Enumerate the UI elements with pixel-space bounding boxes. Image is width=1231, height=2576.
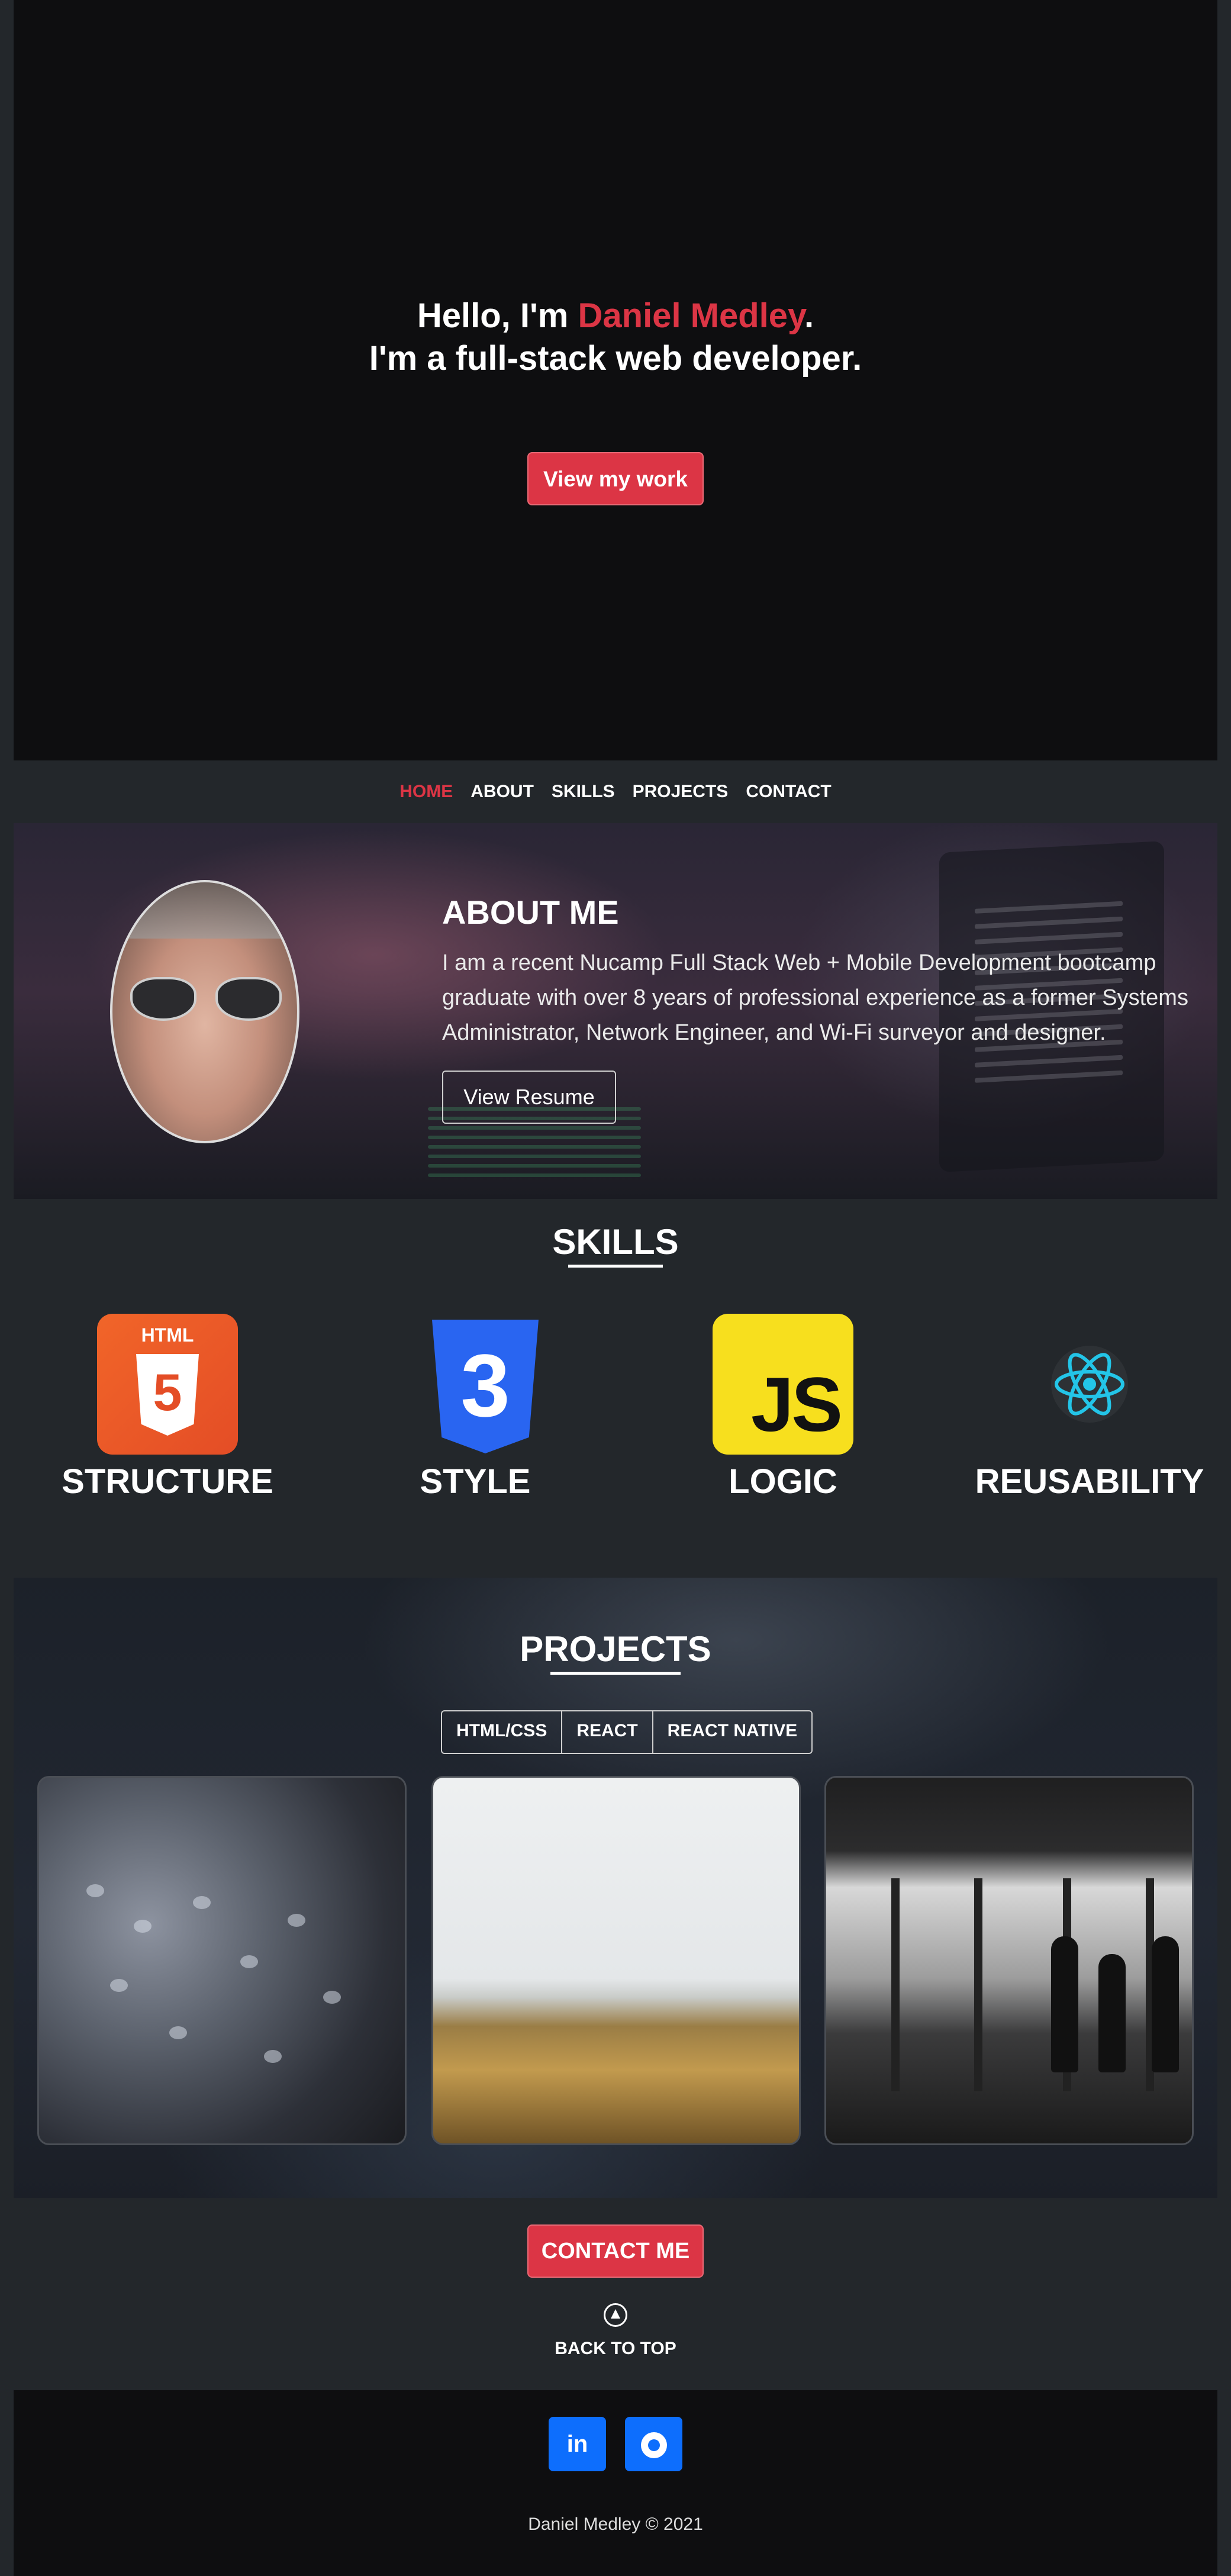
view-my-work-button[interactable]: View my work xyxy=(527,452,704,505)
nav-item-about[interactable]: ABOUT xyxy=(471,782,534,802)
title-underline xyxy=(568,1265,663,1268)
filter-react[interactable]: REACT xyxy=(562,1711,653,1753)
about-body: I am a recent Nucamp Full Stack Web + Mo… xyxy=(442,950,1188,1045)
skill-label: REUSABILITY xyxy=(975,1462,1204,1501)
hero-section: Hello, I'm Daniel Medley. I'm a full-sta… xyxy=(14,0,1217,760)
projects-title-text: PROJECTS xyxy=(520,1629,711,1669)
html5-icon-glyph: 5 xyxy=(153,1363,182,1421)
css3-icon: 3 xyxy=(405,1314,546,1455)
arrow-up-circle-icon[interactable] xyxy=(604,2303,627,2327)
hero-greeting: Hello, I'm Daniel Medley. I'm a full-sta… xyxy=(14,295,1217,380)
project-card-1[interactable] xyxy=(37,1776,407,2145)
nav-item-projects[interactable]: PROJECTS xyxy=(633,782,729,802)
css3-icon-glyph: 3 xyxy=(460,1336,510,1435)
footer: in Daniel Medley © 2021 xyxy=(14,2390,1217,2576)
filter-html-css[interactable]: HTML/CSS xyxy=(442,1711,563,1753)
github-icon xyxy=(640,2432,667,2459)
html5-icon: HTML 5 xyxy=(97,1314,238,1455)
skill-structure: HTML 5 STRUCTURE xyxy=(37,1314,298,1501)
linkedin-button[interactable]: in xyxy=(549,2417,606,2471)
back-to-top-link[interactable]: BACK TO TOP xyxy=(14,2339,1217,2359)
projects-title: PROJECTS xyxy=(14,1629,1217,1675)
skills-section: SKILLS HTML 5 STRUCTURE 3 STYLE JS LOGIC xyxy=(14,1199,1217,1578)
nav-item-contact[interactable]: CONTACT xyxy=(746,782,831,802)
about-title: ABOUT ME xyxy=(442,894,619,931)
skills-title-text: SKILLS xyxy=(552,1222,679,1262)
skill-reusability: REUSABILITY xyxy=(959,1314,1220,1501)
hero-name: Daniel Medley xyxy=(578,296,805,335)
skill-label: LOGIC xyxy=(729,1462,837,1501)
contact-section: CONTACT ME BACK TO TOP xyxy=(14,2198,1217,2390)
greeting-suffix: . xyxy=(804,296,814,335)
javascript-icon-glyph: JS xyxy=(750,1361,843,1447)
project-filter-group: HTML/CSS REACT REACT NATIVE xyxy=(441,1710,813,1754)
copyright: Daniel Medley © 2021 xyxy=(528,2514,703,2534)
view-resume-button[interactable]: View Resume xyxy=(442,1071,616,1124)
title-underline xyxy=(550,1672,681,1675)
project-card-2[interactable] xyxy=(431,1776,801,2145)
javascript-icon: JS xyxy=(713,1314,853,1455)
projects-section: PROJECTS HTML/CSS REACT REACT NATIVE xyxy=(14,1578,1217,2198)
skill-label: STRUCTURE xyxy=(62,1462,273,1501)
hero-greeting-line: Hello, I'm Daniel Medley. xyxy=(14,295,1217,337)
react-icon xyxy=(1019,1314,1160,1455)
nav-item-skills[interactable]: SKILLS xyxy=(552,782,615,802)
github-button[interactable] xyxy=(625,2417,682,2471)
project-card-3[interactable] xyxy=(824,1776,1194,2145)
avatar xyxy=(110,880,299,1143)
hero-tagline: I'm a full-stack web developer. xyxy=(369,339,862,378)
skill-logic: JS LOGIC xyxy=(653,1314,913,1501)
skill-label: STYLE xyxy=(420,1462,531,1501)
filter-react-native[interactable]: REACT NATIVE xyxy=(653,1711,811,1753)
skill-style: 3 STYLE xyxy=(345,1314,605,1501)
html5-icon-badge: HTML xyxy=(141,1324,194,1346)
nav-item-home[interactable]: HOME xyxy=(399,782,453,802)
greeting-prefix: Hello, I'm xyxy=(417,296,578,335)
skills-title: SKILLS xyxy=(14,1221,1217,1268)
main-nav: HOME ABOUT SKILLS PROJECTS CONTACT xyxy=(14,760,1217,823)
about-section: ABOUT ME I am a recent Nucamp Full Stack… xyxy=(14,823,1217,1199)
contact-me-button[interactable]: CONTACT ME xyxy=(527,2224,704,2278)
linkedin-icon: in xyxy=(566,2431,588,2457)
